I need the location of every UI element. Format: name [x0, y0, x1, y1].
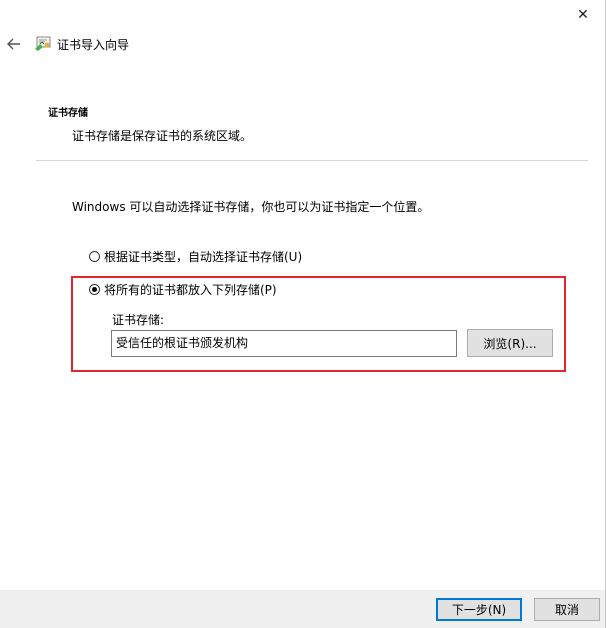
next-button[interactable]: 下一步(N) — [436, 598, 522, 621]
cancel-button[interactable]: 取消 — [534, 598, 600, 621]
close-button[interactable]: ✕ — [560, 0, 606, 30]
radio-label-auto: 根据证书类型，自动选择证书存储(U) — [104, 250, 303, 264]
section-title: 证书存储 — [48, 108, 88, 119]
header-divider — [36, 160, 588, 161]
certificate-store-field[interactable]: 受信任的根证书颁发机构 — [111, 330, 457, 357]
close-icon: ✕ — [577, 7, 589, 23]
certificate-import-wizard-window: ✕ 证书导入向导 证书存储 证书存储是保存证书的系统区域。 Windows 可以… — [0, 0, 606, 628]
back-arrow-icon — [7, 38, 20, 50]
intro-text: Windows 可以自动选择证书存储，你也可以为证书指定一个位置。 — [72, 200, 430, 214]
section-description: 证书存储是保存证书的系统区域。 — [72, 129, 253, 143]
browse-button[interactable]: 浏览(R)... — [467, 329, 553, 357]
radio-auto-select-store[interactable]: 根据证书类型，自动选择证书存储(U) — [89, 248, 302, 265]
wizard-title: 证书导入向导 — [57, 38, 130, 52]
store-label: 证书存储: — [112, 313, 165, 327]
certificate-wizard-icon — [35, 36, 51, 51]
back-button[interactable] — [2, 33, 26, 55]
radio-button-unchecked[interactable] — [89, 251, 100, 262]
